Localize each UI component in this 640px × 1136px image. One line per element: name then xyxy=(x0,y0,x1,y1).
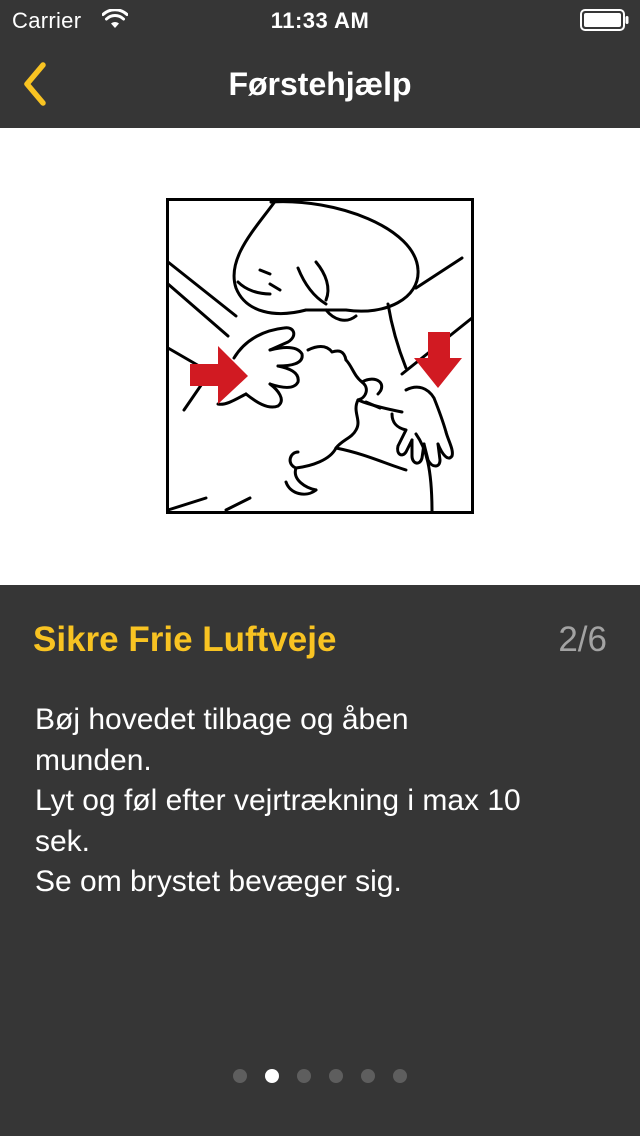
page-dot[interactable] xyxy=(393,1069,407,1083)
page-dot[interactable] xyxy=(361,1069,375,1083)
page-control[interactable] xyxy=(0,1069,640,1085)
screen: Carrier 11:33 AM Førstehjælp Sikre Frie … xyxy=(0,0,640,1136)
step-line: sek. xyxy=(35,824,91,858)
nav-title: Førstehjælp xyxy=(228,66,412,102)
page-dot[interactable] xyxy=(233,1069,247,1083)
page-dot[interactable] xyxy=(329,1069,343,1083)
step-description: Bøj hovedet tilbage og åben munden. Lyt … xyxy=(35,700,615,903)
step-counter: 2/6 xyxy=(558,620,607,659)
status-bar: Carrier 11:33 AM xyxy=(0,0,640,40)
page-dot[interactable] xyxy=(297,1069,311,1083)
cpr-airway-illustration xyxy=(166,198,474,514)
step-line: Bøj hovedet tilbage og åben xyxy=(35,703,409,736)
illustration-area xyxy=(0,128,640,585)
navigation-bar: Førstehjælp xyxy=(0,40,640,128)
step-line: munden. xyxy=(35,743,152,777)
page-dot-active[interactable] xyxy=(265,1069,279,1083)
step-line: Se om brystet bevæger sig. xyxy=(35,865,402,898)
status-time: 11:33 AM xyxy=(270,8,370,33)
battery-icon xyxy=(580,9,629,31)
step-title: Sikre Frie Luftveje xyxy=(33,620,337,659)
step-line: Lyt og føl efter vejrtrækning i max 10 xyxy=(35,784,521,817)
